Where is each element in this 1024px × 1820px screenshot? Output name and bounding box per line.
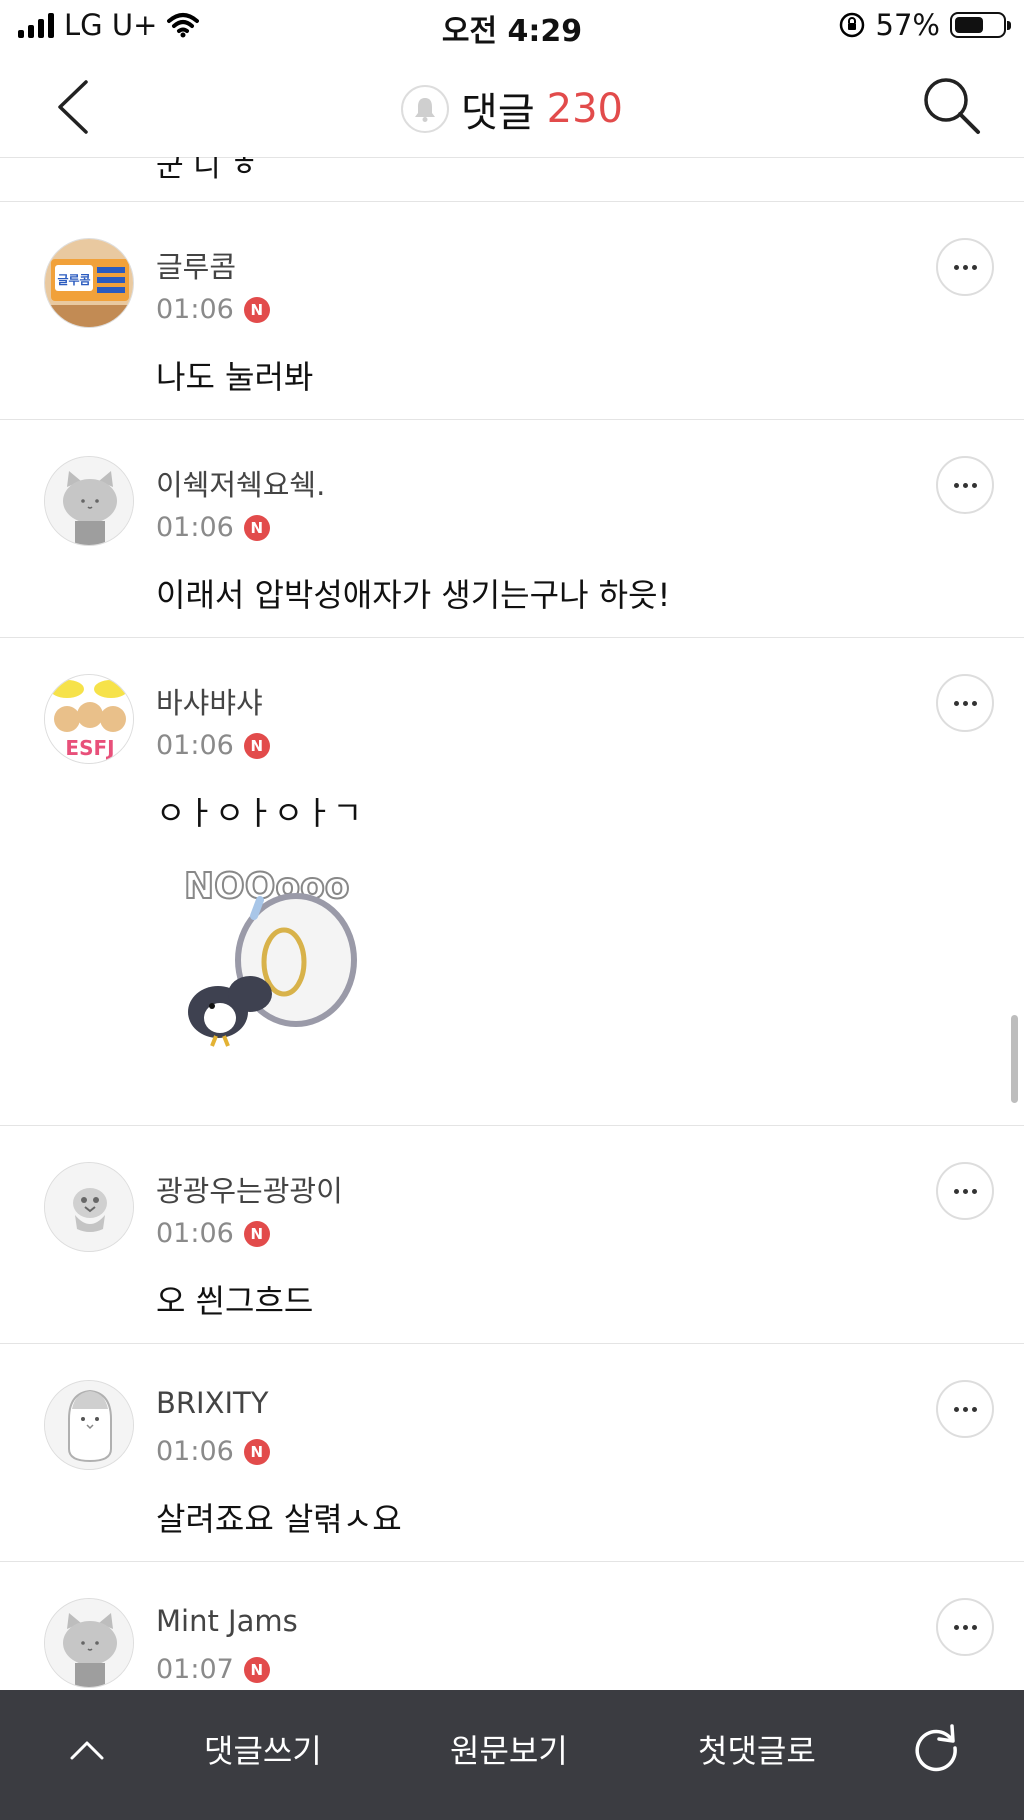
svg-text:글루콤: 글루콤 — [57, 273, 90, 287]
go-first-comment-button[interactable]: 첫댓글로 — [698, 1726, 816, 1772]
comment-time: 01:06 — [156, 1218, 234, 1249]
more-options-button[interactable] — [936, 238, 994, 296]
status-right: 57% — [838, 8, 1011, 42]
comment-time: 01:06 — [156, 294, 234, 325]
rotation-lock-icon — [839, 12, 864, 38]
comments-header: 댓글 230 — [0, 52, 1024, 158]
glucom-product-avatar: 글루콤 — [45, 239, 133, 327]
bird-default-avatar — [45, 1163, 133, 1251]
comment-time: 01:06 — [156, 730, 234, 761]
comment-meta: 01:06 N — [156, 1218, 270, 1249]
new-badge: N — [243, 1656, 270, 1683]
battery-icon — [950, 12, 1011, 38]
scroll-to-top-button[interactable] — [64, 1726, 110, 1772]
comment-author[interactable]: Mint Jams — [156, 1604, 298, 1638]
new-badge: N — [243, 732, 270, 759]
comment-item: ESFJ 바샤뱌샤 01:06 N ㅇㅏㅇㅏㅇㅏㄱ NOOooo — [0, 638, 1024, 1126]
comment-time: 01:06 — [156, 512, 234, 543]
header-title: 댓글 230 — [0, 80, 1024, 138]
more-options-button[interactable] — [936, 456, 994, 514]
avatar[interactable]: ESFJ — [44, 674, 134, 764]
penguin-nooo-sticker[interactable]: NOOooo — [166, 850, 386, 1070]
battery-percent: 57% — [875, 8, 940, 42]
view-original-button[interactable]: 원문보기 — [450, 1726, 568, 1772]
comment-list[interactable]: 군 니 ㅎ 글루콤 글루콤 01:06 N 나도 눌러봐 이쉑저쉑요쉑. 01:… — [0, 157, 1024, 1690]
comment-meta: 01:06 N — [156, 294, 270, 325]
refresh-icon[interactable] — [908, 1718, 964, 1774]
partial-comment-text: 군 니 ㅎ — [156, 157, 258, 184]
partial-comment: 군 니 ㅎ — [0, 157, 1024, 202]
comment-item: BRIXITY 01:06 N 살려죠요 살렦ㅅ요 — [0, 1344, 1024, 1562]
comment-author[interactable]: 광광우는광광이 — [156, 1168, 343, 1210]
more-options-button[interactable] — [936, 1162, 994, 1220]
comment-item: Mint Jams 01:07 N — [0, 1562, 1024, 1690]
comment-author[interactable]: 이쉑저쉑요쉑. — [156, 462, 325, 504]
avatar[interactable] — [44, 1598, 134, 1688]
cat-default-avatar — [45, 457, 133, 545]
comment-author[interactable]: BRIXITY — [156, 1386, 268, 1420]
comment-text: 오 씐그흐드 — [156, 1282, 314, 1320]
comment-text: ㅇㅏㅇㅏㅇㅏㄱ — [156, 794, 363, 832]
status-bar: LG U+ 오전 4:29 57% — [0, 0, 1024, 52]
scroll-indicator[interactable] — [1011, 1015, 1018, 1103]
new-badge: N — [243, 514, 270, 541]
bottom-toolbar: 댓글쓰기 원문보기 첫댓글로 — [0, 1690, 1024, 1820]
new-badge: N — [243, 1220, 270, 1247]
comment-time: 01:07 — [156, 1654, 234, 1685]
more-options-button[interactable] — [936, 1598, 994, 1656]
write-comment-button[interactable]: 댓글쓰기 — [204, 1726, 322, 1772]
avatar[interactable]: 글루콤 — [44, 238, 134, 328]
search-button[interactable] — [918, 72, 984, 138]
comment-count: 230 — [546, 86, 623, 132]
header-title-label: 댓글 — [461, 90, 535, 136]
penguin-default-avatar — [45, 1381, 133, 1469]
new-badge: N — [243, 1438, 270, 1465]
comment-meta: 01:06 N — [156, 730, 270, 761]
comment-text: 나도 눌러봐 — [156, 358, 314, 396]
comment-text: 이래서 압박성애자가 생기는구나 하읏! — [156, 576, 671, 614]
more-options-button[interactable] — [936, 1380, 994, 1438]
comment-meta: 01:07 N — [156, 1654, 270, 1685]
avatar[interactable] — [44, 456, 134, 546]
more-options-button[interactable] — [936, 674, 994, 732]
cat-default-avatar — [45, 1599, 133, 1687]
comment-author[interactable]: 글루콤 — [156, 244, 236, 286]
avatar[interactable] — [44, 1380, 134, 1470]
esfj-bears-avatar: ESFJ — [45, 675, 133, 763]
bell-icon[interactable] — [401, 85, 450, 133]
comment-item: 이쉑저쉑요쉑. 01:06 N 이래서 압박성애자가 생기는구나 하읏! — [0, 420, 1024, 638]
comment-item: 광광우는광광이 01:06 N 오 씐그흐드 — [0, 1126, 1024, 1344]
comment-item: 글루콤 글루콤 01:06 N 나도 눌러봐 — [0, 202, 1024, 420]
new-badge: N — [243, 296, 270, 323]
comment-author[interactable]: 바샤뱌샤 — [156, 680, 263, 722]
avatar[interactable] — [44, 1162, 134, 1252]
comment-text: 살려죠요 살렦ㅅ요 — [156, 1500, 402, 1538]
svg-text:ESFJ: ESFJ — [65, 736, 114, 760]
comment-meta: 01:06 N — [156, 1436, 270, 1467]
comment-time: 01:06 — [156, 1436, 234, 1467]
comment-meta: 01:06 N — [156, 512, 270, 543]
